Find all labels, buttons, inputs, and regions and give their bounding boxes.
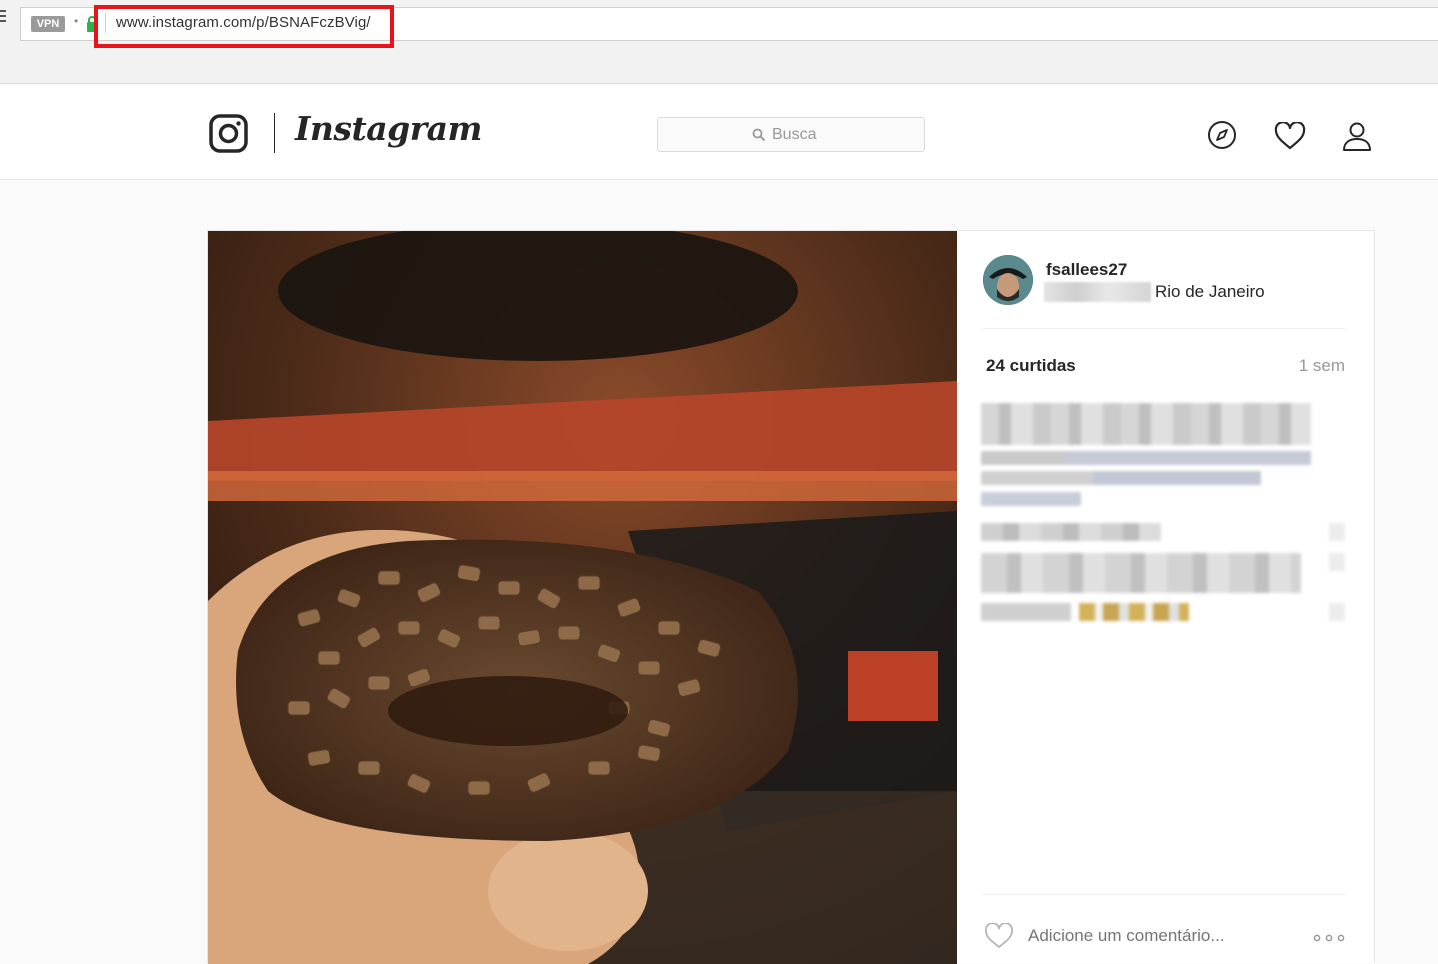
comment-input[interactable] [1028, 926, 1258, 946]
blurred-hashtags [981, 451, 1311, 465]
blurred-hashtags [981, 492, 1081, 506]
blurred-comment-like [1329, 603, 1345, 621]
post-location[interactable]: Rio de Janeiro [1155, 282, 1265, 302]
blurred-caption [981, 403, 1311, 445]
like-heart-icon[interactable] [984, 923, 1014, 949]
blurred-hashtags [981, 471, 1261, 485]
browser-toolbar: VPN • www.instagram.com/p/BSNAFczBVig/ [0, 0, 1438, 84]
blurred-emoji [1079, 603, 1189, 621]
profile-icon[interactable] [1342, 121, 1372, 151]
likes-count[interactable]: 24 curtidas [986, 356, 1076, 376]
post-card: fsallees27 Rio de Janeiro 24 curtidas 1 … [207, 230, 1375, 964]
header-divider [274, 113, 275, 153]
more-options-icon[interactable] [1313, 934, 1345, 942]
post-username[interactable]: fsallees27 [1046, 260, 1127, 280]
explore-icon[interactable] [1207, 120, 1237, 150]
instagram-header: Instagram Busca [0, 85, 1438, 180]
divider [983, 328, 1345, 329]
blurred-comment-like [1329, 553, 1345, 571]
separator-dot: • [74, 14, 79, 28]
instagram-wordmark[interactable]: Instagram [295, 109, 482, 148]
blurred-comment-like [1329, 523, 1345, 541]
blurred-comment [981, 553, 1301, 593]
blurred-comment [981, 523, 1161, 541]
heart-icon[interactable] [1274, 122, 1306, 150]
post-photo[interactable] [208, 231, 957, 964]
search-icon [752, 128, 766, 142]
post-side-panel: fsallees27 Rio de Janeiro 24 curtidas 1 … [957, 231, 1375, 964]
blurred-comment [981, 603, 1071, 621]
camera-icon[interactable] [209, 114, 248, 153]
menu-icon[interactable] [0, 10, 8, 24]
post-timestamp[interactable]: 1 sem [1299, 356, 1345, 376]
url-highlight-box [94, 5, 394, 48]
search-placeholder: Busca [772, 126, 817, 143]
vpn-badge[interactable]: VPN [31, 16, 65, 32]
blurred-location-prefix [1044, 282, 1151, 302]
search-input[interactable]: Busca [657, 117, 925, 152]
divider [983, 894, 1345, 895]
avatar[interactable] [983, 255, 1033, 305]
